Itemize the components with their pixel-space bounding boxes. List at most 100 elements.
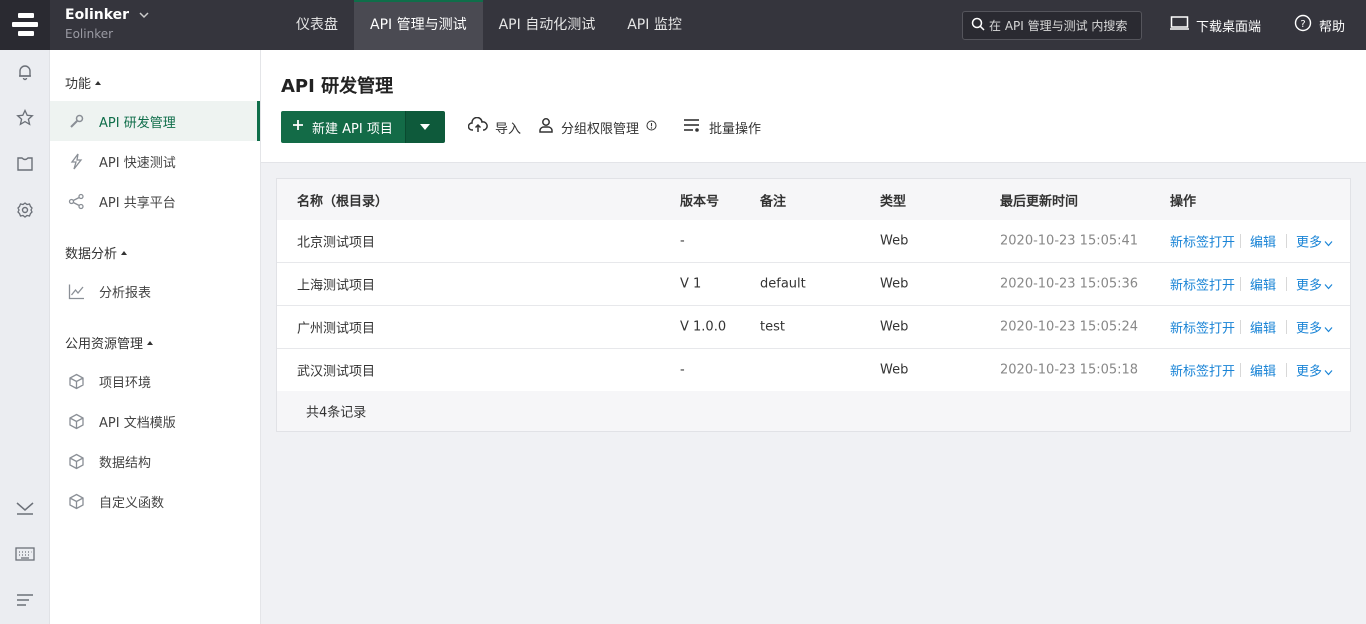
table-footer: 共4条记录	[277, 391, 1350, 431]
plus-icon	[292, 119, 304, 135]
more-link[interactable]: 更多	[1296, 232, 1333, 251]
project-name[interactable]: 武汉测试项目	[297, 361, 375, 380]
help-button[interactable]: ? 帮助	[1294, 0, 1345, 50]
sidebar-item-data-structure[interactable]: 数据结构	[50, 441, 260, 481]
download-desktop-button[interactable]: 下载桌面端	[1170, 0, 1261, 50]
caret-up-icon	[146, 335, 154, 350]
sidebar-item-label: 自定义函数	[99, 495, 165, 511]
sidebar-item-reports[interactable]: 分析报表	[50, 271, 260, 311]
edit-link[interactable]: 编辑	[1250, 232, 1276, 251]
col-updated: 最后更新时间	[1000, 194, 1079, 209]
menu-lines-icon[interactable]	[13, 588, 37, 612]
project-type: Web	[880, 233, 909, 249]
project-name[interactable]: 北京测试项目	[297, 232, 375, 251]
more-label: 更多	[1296, 321, 1323, 337]
divider	[1286, 363, 1287, 377]
col-name: 名称（根目录）	[297, 194, 389, 209]
sidebar-item-api-dev[interactable]: API 研发管理	[50, 101, 260, 141]
caret-up-icon	[94, 75, 102, 90]
sidebar-item-env[interactable]: 项目环境	[50, 361, 260, 401]
icon-rail	[0, 50, 50, 624]
divider	[1240, 234, 1241, 248]
cube-icon	[68, 413, 85, 430]
more-link[interactable]: 更多	[1296, 275, 1333, 294]
page-header: API 研发管理 新建 API 项目 导入 分组权限管理 批量操作	[261, 50, 1366, 163]
project-table: 名称（根目录） 版本号 备注 类型 最后更新时间 操作 北京测试项目 - Web…	[276, 178, 1351, 432]
project-type: Web	[880, 319, 909, 335]
edit-link[interactable]: 编辑	[1250, 318, 1276, 337]
cloud-upload-icon	[467, 116, 488, 137]
nav-dashboard[interactable]: 仪表盘	[280, 0, 354, 50]
cube-icon	[68, 453, 85, 470]
nav-api-automation[interactable]: API 自动化测试	[483, 0, 612, 50]
open-new-tab-link[interactable]: 新标签打开	[1170, 275, 1235, 294]
col-type: 类型	[880, 194, 907, 209]
chevron-down-icon	[1322, 279, 1333, 294]
cube-icon	[68, 373, 85, 390]
group-title: 公用资源管理	[65, 337, 144, 352]
group-data-analysis[interactable]: 数据分析	[65, 243, 128, 262]
divider	[1286, 320, 1287, 334]
sidebar-item-api-share[interactable]: API 共享平台	[50, 181, 260, 221]
nav-api-monitor[interactable]: API 监控	[611, 0, 698, 50]
open-new-tab-link[interactable]: 新标签打开	[1170, 361, 1235, 380]
sidebar-item-label: 项目环境	[99, 375, 152, 391]
project-version: -	[680, 362, 685, 378]
sidebar-item-label: API 文档模版	[99, 415, 176, 431]
bell-icon[interactable]	[13, 60, 37, 84]
nav-api-management[interactable]: API 管理与测试	[354, 0, 483, 50]
workspace-switcher[interactable]: Eolinker Eolinker	[65, 7, 149, 41]
group-features[interactable]: 功能	[65, 73, 102, 92]
more-link[interactable]: 更多	[1296, 361, 1333, 380]
info-icon[interactable]	[646, 120, 657, 135]
caret-down-icon	[419, 120, 431, 135]
table-row[interactable]: 北京测试项目 - Web 2020-10-23 15:05:41 新标签打开 编…	[277, 220, 1350, 263]
user-icon	[538, 117, 554, 137]
search-input[interactable]	[989, 18, 1139, 33]
search-box	[962, 11, 1142, 40]
new-project-button[interactable]: 新建 API 项目	[281, 111, 405, 143]
project-name[interactable]: 广州测试项目	[297, 318, 375, 337]
gear-icon[interactable]	[13, 198, 37, 222]
edit-link[interactable]: 编辑	[1250, 275, 1276, 294]
edit-link[interactable]: 编辑	[1250, 361, 1276, 380]
project-updated: 2020-10-23 15:05:36	[1000, 276, 1139, 292]
project-version: -	[680, 233, 685, 249]
project-version: V 1	[680, 276, 702, 292]
download-label: 下载桌面端	[1196, 19, 1262, 35]
sidebar-item-doc-template[interactable]: API 文档模版	[50, 401, 260, 441]
import-button[interactable]: 导入	[467, 111, 522, 143]
star-icon[interactable]	[13, 106, 37, 130]
batch-operation-button[interactable]: 批量操作	[682, 111, 761, 143]
collapse-down-icon[interactable]	[13, 496, 37, 520]
new-project-dropdown-button[interactable]	[404, 111, 445, 143]
logo-icon[interactable]	[0, 0, 50, 50]
keyboard-icon[interactable]	[13, 542, 37, 566]
group-permission-label: 分组权限管理	[561, 121, 640, 137]
sidebar-item-api-quick-test[interactable]: API 快速测试	[50, 141, 260, 181]
sidebar-item-custom-function[interactable]: 自定义函数	[50, 481, 260, 521]
more-label: 更多	[1296, 278, 1323, 294]
lightning-icon	[68, 153, 85, 170]
project-name[interactable]: 上海测试项目	[297, 275, 375, 294]
wrench-icon	[68, 113, 85, 130]
group-permission-button[interactable]: 分组权限管理	[538, 111, 657, 143]
open-new-tab-link[interactable]: 新标签打开	[1170, 318, 1235, 337]
project-updated: 2020-10-23 15:05:41	[1000, 233, 1139, 249]
sidebar-item-label: API 快速测试	[99, 155, 176, 171]
table-row[interactable]: 武汉测试项目 - Web 2020-10-23 15:05:18 新标签打开 编…	[277, 349, 1350, 392]
more-link[interactable]: 更多	[1296, 318, 1333, 337]
project-updated: 2020-10-23 15:05:18	[1000, 362, 1139, 378]
sidebar-item-label: 分析报表	[99, 285, 152, 301]
import-label: 导入	[495, 121, 522, 137]
project-version: V 1.0.0	[680, 319, 727, 335]
project-type: Web	[880, 276, 909, 292]
divider	[1240, 277, 1241, 291]
batch-operation-label: 批量操作	[709, 121, 762, 137]
shirt-icon[interactable]	[13, 152, 37, 176]
open-new-tab-link[interactable]: 新标签打开	[1170, 232, 1235, 251]
group-public-resources[interactable]: 公用资源管理	[65, 333, 154, 352]
help-label: 帮助	[1319, 19, 1346, 35]
table-row[interactable]: 上海测试项目 V 1 default Web 2020-10-23 15:05:…	[277, 263, 1350, 306]
table-row[interactable]: 广州测试项目 V 1.0.0 test Web 2020-10-23 15:05…	[277, 306, 1350, 349]
